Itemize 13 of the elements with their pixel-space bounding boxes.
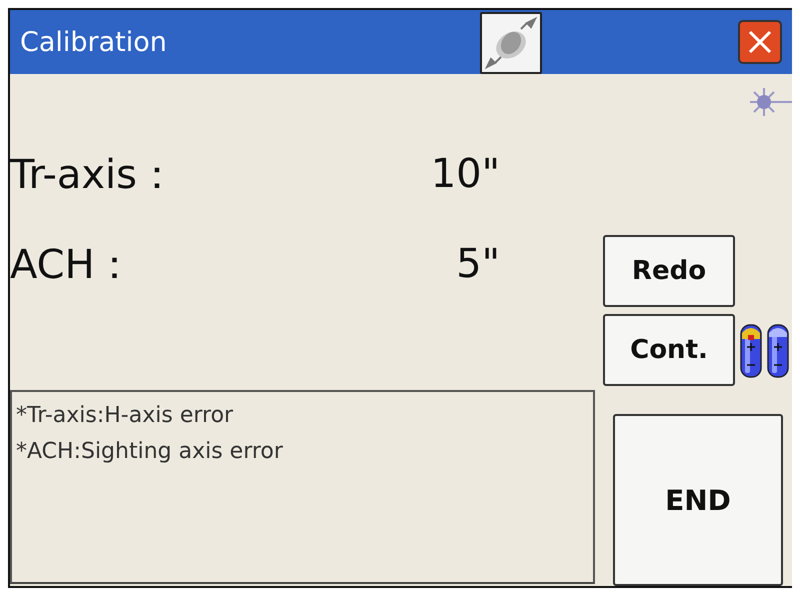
close-icon (747, 29, 773, 55)
close-button[interactable] (738, 20, 782, 64)
note-text: *Tr-axis:H-axis error (16, 402, 234, 430)
reading-value: 5" (455, 241, 500, 287)
resize-button[interactable] (480, 12, 542, 74)
reading-label: ACH： (10, 240, 136, 290)
cont-button[interactable]: Cont. (603, 314, 735, 386)
reading-value: 10" (430, 151, 500, 197)
ellipses-icon (483, 15, 539, 71)
redo-button[interactable]: Redo (603, 235, 735, 307)
end-button[interactable]: END (613, 414, 783, 586)
window-title: Calibration (20, 26, 167, 58)
note-text: *ACH:Sighting axis error (16, 438, 284, 466)
